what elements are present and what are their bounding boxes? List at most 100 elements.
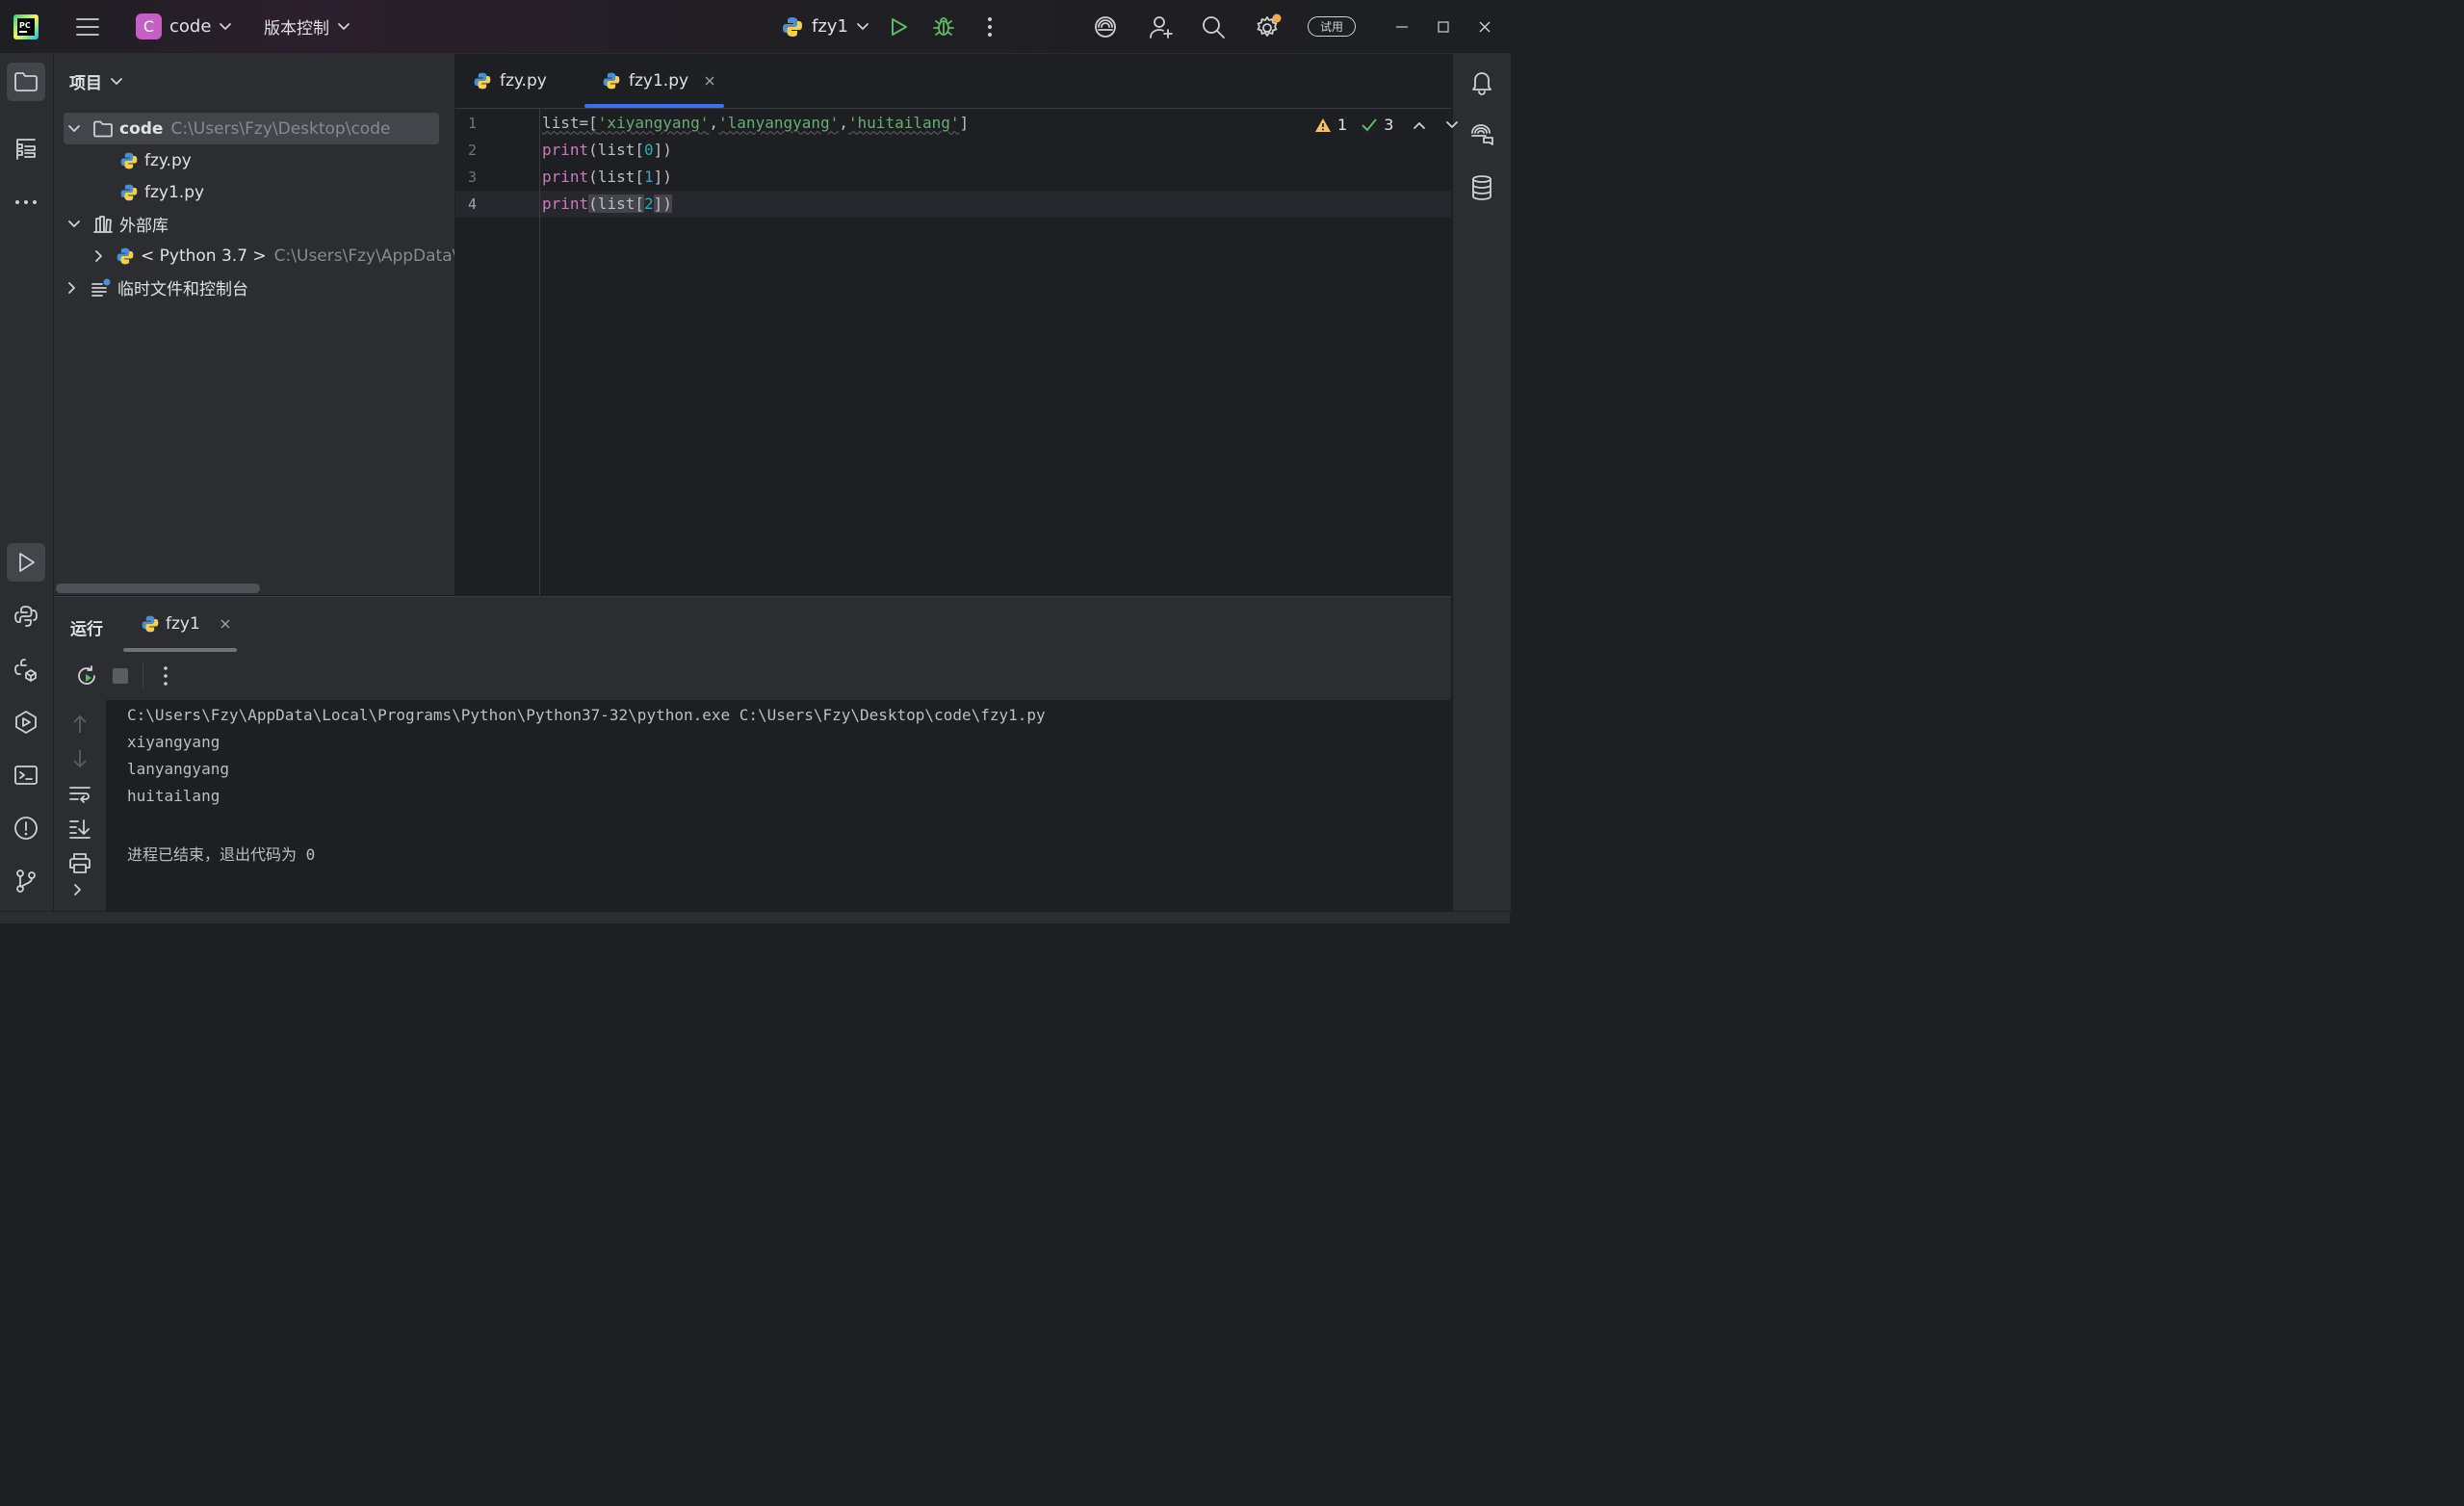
python-icon xyxy=(141,614,160,634)
tree-row-file[interactable]: fzy1.py xyxy=(119,176,204,208)
external-libs-label: 外部库 xyxy=(119,217,169,236)
services-button[interactable] xyxy=(7,703,45,741)
root-folder-name: code xyxy=(119,118,164,139)
python-icon xyxy=(119,183,139,202)
number-literal: 0 xyxy=(643,140,654,159)
number-literal: 2 xyxy=(643,194,654,213)
vcs-menu[interactable]: 版本控制 xyxy=(264,0,350,53)
active-tab-indicator xyxy=(584,104,724,108)
folder-icon xyxy=(92,120,114,138)
database-button[interactable] xyxy=(1463,169,1501,207)
status-bar xyxy=(0,911,1510,923)
left-tool-strip xyxy=(0,54,54,911)
close-tab-icon[interactable] xyxy=(704,75,715,87)
debug-icon xyxy=(932,15,955,39)
editor-tabs: fzy.py fzy1.py xyxy=(455,54,1451,109)
tree-row-file[interactable]: fzy.py xyxy=(119,144,192,176)
tree-row-python-sdk[interactable]: < Python 3.7 > C:\Users\Fzy\AppData\Lc xyxy=(94,240,454,272)
ai-spiral-icon[interactable] xyxy=(1093,0,1118,53)
horizontal-scrollbar[interactable] xyxy=(56,584,260,593)
library-icon xyxy=(92,215,114,234)
console-line: huitailang xyxy=(127,787,220,805)
tab-label: fzy.py xyxy=(500,71,547,91)
problems-icon xyxy=(13,816,39,841)
maximize-icon[interactable] xyxy=(1436,0,1451,53)
problems-button[interactable] xyxy=(7,809,45,847)
project-switcher[interactable]: C code xyxy=(136,0,232,53)
editor-area: fzy.py fzy1.py 1 2 3 4 list=['xiyangyang… xyxy=(455,54,1459,595)
minimize-icon[interactable] xyxy=(1394,0,1410,53)
python-sdk-path: C:\Users\Fzy\AppData\Lc xyxy=(273,246,454,266)
python-console-button[interactable] xyxy=(7,597,45,636)
tab-label: fzy1.py xyxy=(629,71,689,91)
code-token: , xyxy=(709,113,719,132)
tree-row-external-libs[interactable]: 外部库 xyxy=(67,208,169,240)
run-tab-fzy1[interactable]: fzy1 xyxy=(141,614,231,634)
more-horizontal-icon[interactable] xyxy=(7,183,45,221)
stop-icon[interactable] xyxy=(113,668,128,684)
ai-assistant-button[interactable] xyxy=(1463,116,1501,154)
console-output[interactable]: C:\Users\Fzy\AppData\Local\Programs\Pyth… xyxy=(54,700,1451,912)
debug-button[interactable] xyxy=(932,0,955,53)
folder-icon xyxy=(13,71,39,92)
run-tool-button[interactable] xyxy=(7,543,45,582)
chevron-down-icon[interactable] xyxy=(1445,120,1459,130)
run-panel-header: 运行 fzy1 xyxy=(54,597,1451,652)
git-button[interactable] xyxy=(7,862,45,900)
chevron-up-icon[interactable] xyxy=(1413,120,1426,130)
run-icon xyxy=(14,551,38,574)
tab-fzy1-py[interactable]: fzy1.py xyxy=(602,54,715,108)
tree-row-scratches[interactable]: 临时文件和控制台 xyxy=(67,272,248,303)
structure-tool-button[interactable] xyxy=(7,130,45,169)
code-area[interactable]: list=['xiyangyang','lanyangyang','huitai… xyxy=(455,109,1451,595)
python-icon xyxy=(781,15,804,39)
code-token: ]) xyxy=(653,167,672,186)
python-icon xyxy=(13,604,39,629)
console-line: 进程已结束，退出代码为 0 xyxy=(127,845,316,864)
terminal-button[interactable] xyxy=(7,756,45,794)
add-user-icon[interactable] xyxy=(1148,0,1175,53)
python-icon xyxy=(119,151,139,170)
notifications-button[interactable] xyxy=(1463,63,1501,101)
code-line: print (list[2]) xyxy=(542,190,672,217)
tab-fzy-py[interactable]: fzy.py xyxy=(473,54,547,108)
trial-badge[interactable]: 试用 xyxy=(1308,0,1357,53)
vcs-label: 版本控制 xyxy=(264,19,329,39)
code-token: ] xyxy=(959,113,970,132)
code-line: print (list[0]) xyxy=(542,136,672,163)
search-icon[interactable] xyxy=(1201,0,1226,53)
code-token: , xyxy=(839,113,848,132)
run-panel: 运行 fzy1 C:\Users\Fzy\AppData\Local\Progr… xyxy=(54,596,1451,912)
chevron-down-icon xyxy=(219,22,232,32)
string-literal: 'huitailang' xyxy=(847,113,960,132)
scratch-icon xyxy=(91,278,112,298)
code-line: list=['xiyangyang','lanyangyang','huitai… xyxy=(542,109,969,136)
gear-icon[interactable] xyxy=(1254,0,1283,53)
run-config-selector[interactable]: fzy1 xyxy=(781,0,869,53)
app-logo-icon[interactable]: PC xyxy=(13,0,39,53)
close-tab-icon[interactable] xyxy=(220,618,231,630)
tree-row-root[interactable]: code C:\Users\Fzy\Desktop\code xyxy=(67,113,390,144)
python-icon xyxy=(116,247,135,266)
console-line: lanyangyang xyxy=(127,760,229,778)
python-packages-button[interactable] xyxy=(7,650,45,688)
bell-icon xyxy=(1469,68,1494,95)
svg-text:PC: PC xyxy=(19,21,31,30)
chevron-down-icon xyxy=(110,77,123,87)
more-vertical-icon[interactable] xyxy=(980,0,999,53)
more-vertical-icon[interactable] xyxy=(156,665,175,687)
chevron-down-icon xyxy=(856,22,869,32)
database-icon xyxy=(1470,174,1493,201)
code-token: (list[ xyxy=(588,140,644,159)
rerun-icon[interactable] xyxy=(75,664,98,688)
inspection-widget[interactable]: 1 3 xyxy=(1314,116,1459,134)
builtin-function: print xyxy=(542,194,589,213)
number-literal: 1 xyxy=(643,167,654,186)
project-tool-button[interactable] xyxy=(7,63,45,101)
run-button[interactable] xyxy=(888,0,909,53)
string-literal: 'lanyangyang' xyxy=(718,113,840,132)
project-panel-header[interactable]: 项目 xyxy=(69,69,123,93)
close-icon[interactable] xyxy=(1477,0,1492,53)
hamburger-menu-icon[interactable] xyxy=(75,0,100,53)
code-token: list=[ xyxy=(542,113,598,132)
